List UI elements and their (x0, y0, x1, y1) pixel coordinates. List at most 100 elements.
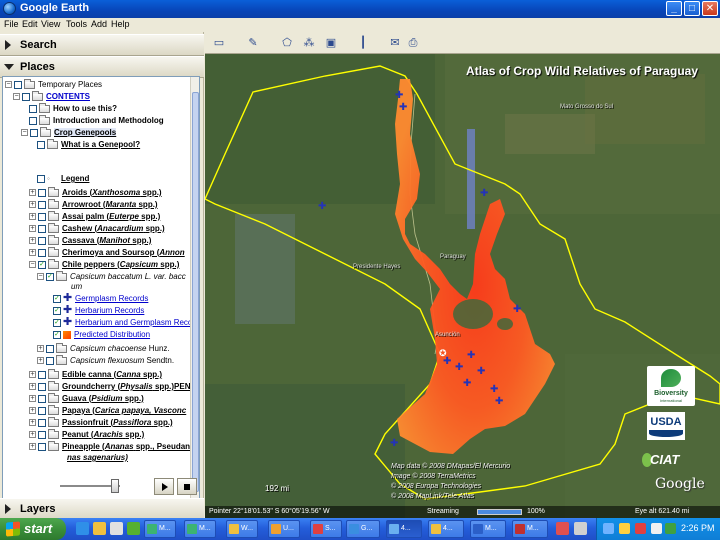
tree-item-capsicum-baccatum[interactable]: − ✓ Capsicum baccatum L. var. bacc (37, 270, 186, 283)
record-marker-icon[interactable]: ✚ (480, 188, 488, 199)
expand-toggle[interactable]: + (29, 237, 36, 245)
tree-item-label[interactable]: What is a Genepool? (61, 140, 140, 149)
record-marker-icon[interactable]: ✚ (395, 90, 403, 101)
scrollbar-thumb[interactable] (192, 92, 199, 492)
checkbox[interactable] (30, 128, 38, 137)
checkbox[interactable] (38, 406, 46, 415)
tree-item-temporary-places[interactable]: − Temporary Places (5, 78, 102, 91)
taskbar-button[interactable]: M... (184, 520, 216, 538)
tree-item-crop[interactable]: + Passionfruit (Passiflora spp.) (29, 416, 173, 429)
layers-pane-header[interactable]: Layers (0, 498, 204, 520)
tree-item-crop[interactable]: + Peanut (Arachis spp.) (29, 428, 144, 441)
places-pane-header[interactable]: Places (0, 56, 204, 78)
menu-help[interactable]: Help (111, 19, 130, 29)
app-icon[interactable] (574, 522, 587, 535)
image-overlay-icon[interactable]: ▣ (323, 35, 339, 51)
tree-item-label[interactable]: Legend (61, 174, 89, 183)
tree-item-germplasm[interactable]: ✓ ✚ Germplasm Records (53, 293, 148, 305)
tree-item-label[interactable]: Herbarium and Germplasm Reco (75, 318, 192, 327)
taskbar-button-active[interactable]: 4... (386, 520, 422, 538)
ruler-icon[interactable]: ┃ (355, 35, 371, 51)
tree-item-crop[interactable]: + Arrowroot (Maranta spp.) (29, 198, 158, 211)
menu-view[interactable]: View (41, 19, 60, 29)
record-marker-icon[interactable]: ✚ (455, 362, 463, 373)
expand-toggle[interactable]: + (29, 249, 36, 257)
checkbox[interactable]: ✓ (53, 330, 61, 339)
tree-item-crop[interactable]: + Cassava (Manihot spp.) (29, 234, 151, 247)
tree-item-crop[interactable]: + Aroids (Xanthosoma spp.) (29, 186, 162, 199)
taskbar-button[interactable]: M... (144, 520, 176, 538)
close-button[interactable]: ✕ (702, 1, 718, 16)
record-marker-icon[interactable]: ✚ (390, 438, 398, 449)
checkbox[interactable] (38, 394, 46, 403)
record-marker-icon[interactable]: ✚ (399, 102, 407, 113)
tree-item-label[interactable]: Herbarium Records (75, 306, 144, 315)
expand-toggle[interactable]: + (29, 419, 36, 427)
checkbox[interactable] (38, 430, 46, 439)
checkbox[interactable] (29, 104, 37, 113)
taskbar-button[interactable]: G... (346, 520, 380, 538)
checkbox[interactable] (38, 236, 46, 245)
tree-item-legend[interactable]: ◦ Legend (37, 173, 89, 185)
tree-item-crop[interactable]: + Edible canna (Canna spp.) (29, 368, 162, 381)
collapse-toggle[interactable]: − (21, 129, 28, 137)
sidebar-toggle-icon[interactable]: ▭ (211, 35, 227, 51)
tree-item-label[interactable]: Germplasm Records (75, 294, 148, 303)
collapse-toggle[interactable]: − (37, 273, 44, 281)
checkbox[interactable] (38, 212, 46, 221)
app-icon[interactable] (556, 522, 569, 535)
tree-item-crop[interactable]: + Cashew (Anacardium spp.) (29, 222, 165, 235)
record-marker-icon[interactable]: ✚ (513, 304, 521, 315)
taskbar-button[interactable]: W... (226, 520, 258, 538)
tree-item-label[interactable]: Crop Genepools (54, 128, 117, 137)
add-path-icon[interactable]: ⁂ (301, 35, 317, 51)
tree-item-crop[interactable]: + Assai palm (Euterpe spp.) (29, 210, 160, 223)
menu-add[interactable]: Add (91, 19, 107, 29)
add-placemark-icon[interactable]: ✎ (245, 35, 261, 51)
play-button[interactable] (154, 478, 174, 495)
checkbox[interactable] (14, 80, 22, 89)
alert-icon[interactable] (635, 523, 646, 534)
collapse-toggle[interactable]: − (29, 261, 36, 269)
security-icon[interactable] (619, 523, 630, 534)
taskbar-button[interactable]: U... (268, 520, 300, 538)
menu-file[interactable]: File (4, 19, 19, 29)
email-icon[interactable]: ✉ (387, 35, 403, 51)
add-polygon-icon[interactable]: ⬠ (279, 35, 295, 51)
checkbox[interactable]: ✓ (46, 272, 54, 281)
record-marker-icon[interactable]: ✚ (490, 384, 498, 395)
checkbox[interactable]: ✓ (53, 318, 61, 327)
capital-marker-icon[interactable]: ✪ (439, 348, 447, 358)
tour-speed-slider[interactable] (111, 479, 119, 493)
checkbox[interactable] (38, 418, 46, 427)
expand-toggle[interactable]: + (29, 383, 36, 391)
taskbar-button[interactable]: M... (470, 520, 506, 538)
expand-toggle[interactable]: + (29, 189, 36, 197)
tree-item-crop[interactable]: + Guava (Psidium spp.) (29, 392, 144, 405)
checkbox[interactable] (38, 442, 46, 451)
tree-item-herbarium[interactable]: ✓ ✚ Herbarium Records (53, 305, 144, 317)
tree-item-capsicum-flexuosum[interactable]: + Capsicum flexuosum Sendtn. (37, 354, 174, 367)
expand-toggle[interactable]: + (29, 225, 36, 233)
tree-item-herbarium-germplasm[interactable]: ✓ ✚ Herbarium and Germplasm Reco (53, 317, 192, 329)
folder-icon[interactable] (93, 522, 106, 535)
tree-item-what-is-genepool[interactable]: What is a Genepool? (37, 138, 140, 151)
checkbox[interactable]: ✓ (38, 260, 46, 269)
minimize-button[interactable]: _ (666, 1, 682, 16)
tree-item-contents[interactable]: − CONTENTS (13, 90, 90, 103)
taskbar-button[interactable]: 4... (428, 520, 464, 538)
record-marker-icon[interactable]: ✚ (318, 201, 326, 212)
expand-toggle[interactable]: + (29, 201, 36, 209)
menu-edit[interactable]: Edit (22, 19, 38, 29)
search-pane-header[interactable]: Search (0, 34, 204, 56)
tree-item-crop-chile-peppers[interactable]: − ✓ Chile peppers (Capsicum spp.) (29, 258, 179, 271)
expand-toggle[interactable]: + (29, 407, 36, 415)
record-marker-icon[interactable]: ✚ (477, 366, 485, 377)
tree-scrollbar[interactable] (190, 77, 199, 501)
expand-toggle[interactable]: + (29, 443, 36, 451)
collapse-toggle[interactable]: − (5, 81, 12, 89)
checkbox[interactable] (38, 200, 46, 209)
maximize-button[interactable]: □ (684, 1, 700, 16)
expand-toggle[interactable]: + (37, 357, 44, 365)
tree-item-crop[interactable]: + Cherimoya and Soursop (Annon (29, 246, 185, 259)
